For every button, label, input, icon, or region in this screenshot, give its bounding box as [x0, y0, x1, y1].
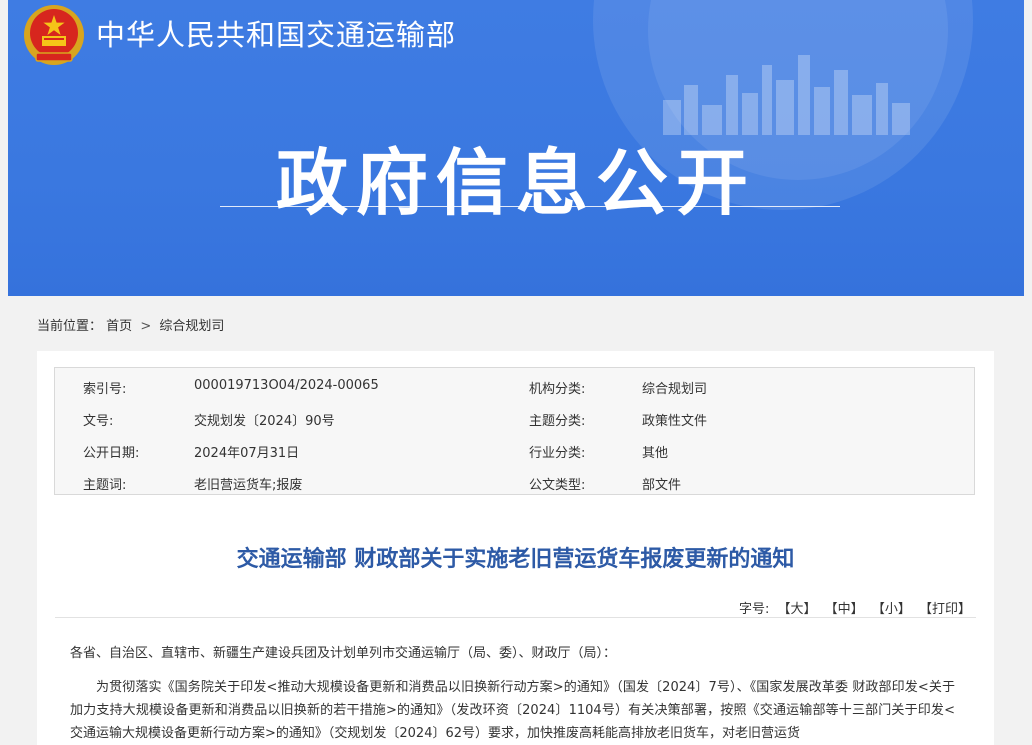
ministry-name: 中华人民共和国交通运输部: [96, 18, 457, 52]
meta-value: 综合规划司: [642, 382, 708, 397]
font-size-controls: 字号: 【大】 【中】 【小】 【打印】: [739, 598, 971, 617]
meta-value: 政策性文件: [642, 414, 708, 429]
meta-value: 老旧营运货车;报废: [194, 478, 303, 493]
print-button[interactable]: 【打印】: [919, 602, 971, 617]
meta-value: 部文件: [642, 478, 682, 493]
font-small-button[interactable]: 【小】: [872, 602, 911, 617]
font-large-button[interactable]: 【大】: [778, 602, 817, 617]
metadata-row: 索引号: 000019713O04/2024-00065 机构分类: 综合规划司: [55, 370, 974, 402]
meta-label: 主题词:: [83, 478, 127, 493]
breadcrumb: 当前位置： 首页 > 综合规划司: [37, 315, 224, 334]
metadata-row: 公开日期: 2024年07月31日 行业分类: 其他: [55, 434, 974, 466]
banner-underline: [220, 206, 840, 207]
meta-value: 其他: [642, 446, 669, 461]
meta-label: 公文类型:: [529, 478, 586, 493]
meta-value: 交规划发〔2024〕90号: [194, 414, 335, 429]
breadcrumb-prefix: 当前位置：: [37, 319, 103, 334]
document-paragraph: 为贯彻落实《国务院关于印发<推动大规模设备更新和消费品以旧换新行动方案>的通知》…: [70, 680, 955, 741]
header-banner: 中华人民共和国交通运输部 政府信息公开: [8, 0, 1024, 296]
metadata-row: 主题词: 老旧营运货车;报废 公文类型: 部文件: [55, 466, 974, 498]
document-metadata-table: 索引号: 000019713O04/2024-00065 机构分类: 综合规划司…: [54, 367, 975, 495]
meta-label: 主题分类:: [529, 414, 586, 429]
meta-label: 行业分类:: [529, 446, 586, 461]
meta-value: 2024年07月31日: [194, 446, 300, 461]
document-title: 交通运输部 财政部关于实施老旧营运货车报废更新的通知: [236, 547, 795, 572]
title-divider: [55, 617, 976, 618]
meta-label: 机构分类:: [529, 382, 586, 397]
national-emblem-icon: [24, 5, 84, 65]
meta-label: 公开日期:: [83, 446, 140, 461]
content-card: 索引号: 000019713O04/2024-00065 机构分类: 综合规划司…: [37, 351, 994, 745]
breadcrumb-department-link[interactable]: 综合规划司: [159, 315, 224, 334]
city-skyline-graphic: [663, 55, 910, 135]
font-medium-button[interactable]: 【中】: [825, 602, 864, 617]
meta-label: 索引号:: [83, 382, 127, 397]
breadcrumb-home-link[interactable]: 首页: [106, 315, 132, 334]
meta-value: 000019713O04/2024-00065: [194, 378, 379, 393]
document-greeting: 各省、自治区、直辖市、新疆生产建设兵团及计划单列市交通运输厅（局、委）、财政厅（…: [70, 646, 617, 661]
font-size-label: 字号:: [738, 602, 770, 617]
meta-label: 文号:: [83, 414, 114, 429]
breadcrumb-separator: >: [140, 319, 152, 334]
metadata-row: 文号: 交规划发〔2024〕90号 主题分类: 政策性文件: [55, 402, 974, 434]
banner-title: 政府信息公开: [275, 141, 756, 225]
